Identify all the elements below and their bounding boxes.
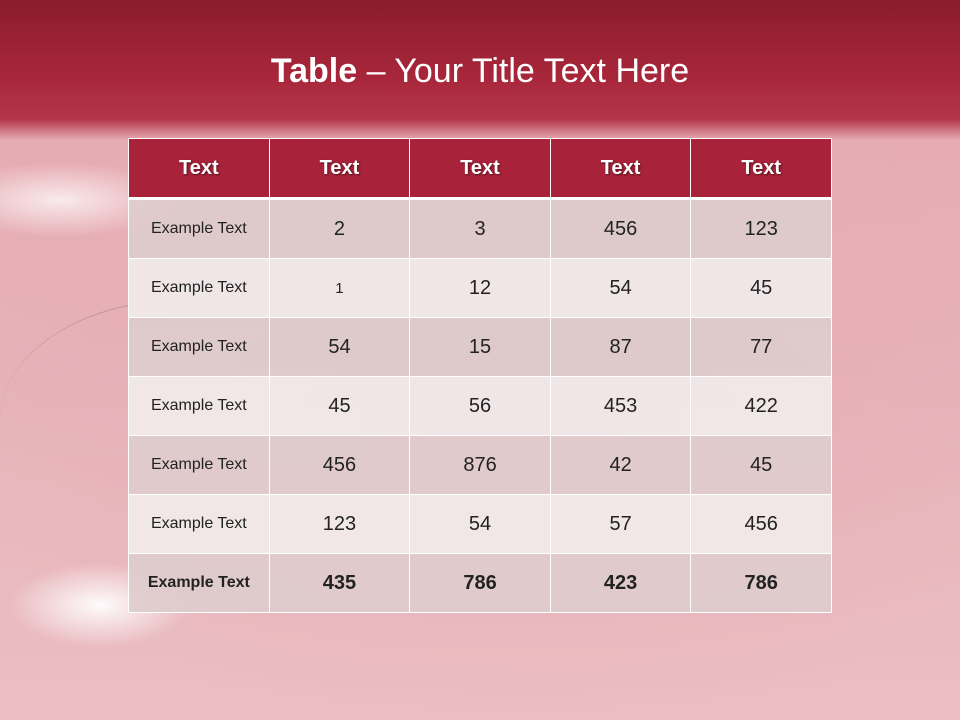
table-cell: 435 xyxy=(268,553,411,613)
header-cell: Text xyxy=(549,138,692,200)
row-label-cell: Example Text xyxy=(128,553,270,613)
table-cell: 77 xyxy=(690,317,832,377)
table-cell: 12 xyxy=(409,258,551,318)
table-cell: 54 xyxy=(268,317,411,377)
slide-title-rest: – Your Title Text Here xyxy=(357,52,690,90)
table-cell: 2 xyxy=(268,198,411,259)
table-cell: 123 xyxy=(690,198,832,259)
table-cell: 57 xyxy=(549,494,692,554)
table-row: Example Text 54 15 87 77 xyxy=(128,317,832,377)
header-cell: Text xyxy=(690,138,832,200)
header-cell: Text xyxy=(409,138,551,200)
table-cell: 123 xyxy=(268,494,411,554)
slide-title: Table – Your Title Text Here xyxy=(0,52,960,91)
row-label-cell: Example Text xyxy=(128,376,270,436)
table-cell: 456 xyxy=(268,435,411,495)
slide-title-bold: Table xyxy=(270,52,358,90)
table-total-row: Example Text 435 786 423 786 xyxy=(128,553,832,613)
row-label-cell: Example Text xyxy=(128,317,270,377)
table-header-row: Text Text Text Text Text xyxy=(128,138,832,200)
row-label-cell: Example Text xyxy=(128,198,270,259)
header-cell: Text xyxy=(268,138,411,200)
table-row: Example Text 1 12 54 45 xyxy=(128,258,832,318)
table-cell: 45 xyxy=(690,258,832,318)
table-cell: 87 xyxy=(549,317,692,377)
table-cell: 15 xyxy=(409,317,551,377)
table-cell: 45 xyxy=(690,435,832,495)
table-cell: 786 xyxy=(690,553,832,613)
table-cell: 42 xyxy=(549,435,692,495)
table-row: Example Text 2 3 456 123 xyxy=(128,198,832,259)
table-cell: 876 xyxy=(409,435,551,495)
table-cell: 786 xyxy=(409,553,551,613)
table-cell: 1 xyxy=(268,258,411,318)
table-row: Example Text 45 56 453 422 xyxy=(128,376,832,436)
table-cell: 456 xyxy=(549,198,692,259)
table-row: Example Text 123 54 57 456 xyxy=(128,494,832,554)
table-cell: 422 xyxy=(690,376,832,436)
table-cell: 456 xyxy=(690,494,832,554)
table-cell: 3 xyxy=(409,198,551,259)
table-row: Example Text 456 876 42 45 xyxy=(128,435,832,495)
row-label-cell: Example Text xyxy=(128,494,270,554)
table-cell: 453 xyxy=(549,376,692,436)
table-cell: 45 xyxy=(268,376,411,436)
data-table: Text Text Text Text Text Example Text 2 … xyxy=(128,138,832,613)
header-cell: Text xyxy=(128,138,270,200)
row-label-cell: Example Text xyxy=(128,435,270,495)
table-cell: 54 xyxy=(409,494,551,554)
table-cell: 56 xyxy=(409,376,551,436)
row-label-cell: Example Text xyxy=(128,258,270,318)
table-cell: 54 xyxy=(549,258,692,318)
table-cell: 423 xyxy=(549,553,692,613)
